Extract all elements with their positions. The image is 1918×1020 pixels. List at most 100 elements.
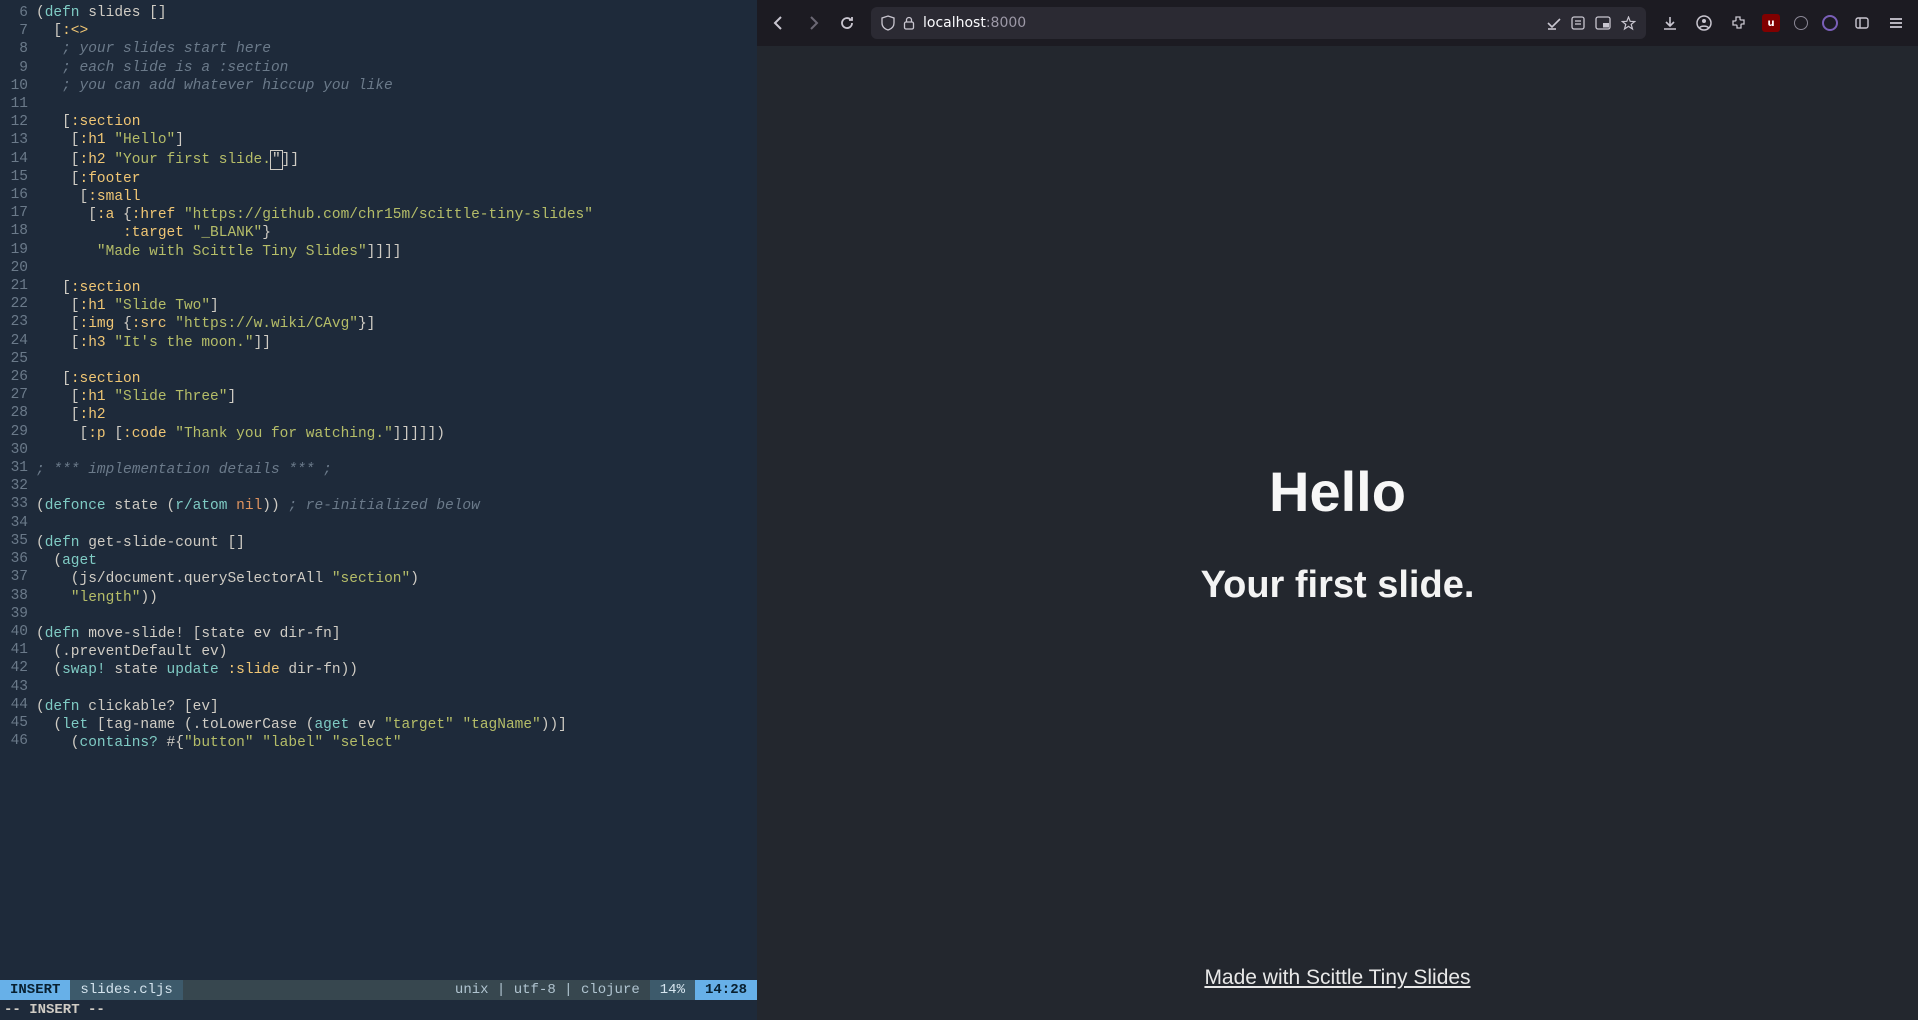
code-line[interactable]: (aget [36,552,757,570]
profile-ring-icon[interactable] [1822,15,1838,31]
code-line[interactable]: (swap! state update :slide dir-fn)) [36,661,757,679]
code-line[interactable]: (.preventDefault ev) [36,643,757,661]
line-number: 9 [0,59,28,77]
line-number: 15 [0,168,28,186]
line-number: 34 [0,514,28,532]
code-line[interactable] [36,479,757,497]
shield-icon[interactable] [881,15,895,31]
code-line[interactable]: [:h2 "Your first slide."]] [36,150,757,170]
line-number: 37 [0,568,28,586]
lock-icon[interactable] [903,16,915,30]
code-line[interactable]: [:h1 "Hello"] [36,131,757,149]
code-line[interactable] [36,95,757,113]
code-line[interactable]: (defn move-slide! [state ev dir-fn] [36,625,757,643]
line-number: 10 [0,77,28,95]
line-number: 26 [0,368,28,386]
account-icon[interactable] [1694,13,1714,33]
line-number: 17 [0,204,28,222]
code-line[interactable]: [:footer [36,170,757,188]
code-line[interactable]: [:p [:code "Thank you for watching."]]]]… [36,425,757,443]
code-line[interactable]: "Made with Scittle Tiny Slides"]]]] [36,243,757,261]
line-number: 27 [0,386,28,404]
code-line[interactable]: (contains? #{"button" "label" "select" [36,734,757,752]
line-number: 38 [0,587,28,605]
line-number-gutter: 6789101112131415161718192021222324252627… [0,4,36,980]
line-number: 35 [0,532,28,550]
code-line[interactable]: [:section [36,113,757,131]
code-area[interactable]: 6789101112131415161718192021222324252627… [0,0,757,980]
line-number: 8 [0,40,28,58]
line-number: 21 [0,277,28,295]
reader-mode-icon[interactable] [1571,16,1585,30]
hamburger-menu-icon[interactable] [1886,13,1906,33]
code-line[interactable]: (defn get-slide-count [] [36,534,757,552]
code-line[interactable]: [:section [36,370,757,388]
pip-icon[interactable] [1595,16,1611,30]
line-number: 39 [0,605,28,623]
line-number: 25 [0,350,28,368]
url-bar[interactable]: localhost:8000 [871,7,1646,39]
code-line[interactable]: ; each slide is a :section [36,59,757,77]
editor-pane: 6789101112131415161718192021222324252627… [0,0,757,1020]
code-line[interactable]: [:<> [36,22,757,40]
sidebar-toggle-icon[interactable] [1852,13,1872,33]
code-line[interactable] [36,680,757,698]
code-line[interactable]: [:section [36,279,757,297]
container-dot-icon[interactable] [1794,16,1808,30]
code-line[interactable]: [:img {:src "https://w.wiki/CAvg"}] [36,315,757,333]
code-line[interactable]: [:h2 [36,406,757,424]
code-line[interactable] [36,516,757,534]
code-line[interactable]: [:a {:href "https://github.com/chr15m/sc… [36,206,757,224]
code-line[interactable]: :target "_BLANK"} [36,224,757,242]
code-line[interactable]: ; *** implementation details *** ; [36,461,757,479]
forward-button[interactable] [803,13,823,33]
line-number: 24 [0,332,28,350]
reload-button[interactable] [837,13,857,33]
reader-icon[interactable] [1547,16,1561,30]
code-line[interactable] [36,352,757,370]
line-number: 40 [0,623,28,641]
code-body[interactable]: (defn slides [] [:<> ; your slides start… [36,4,757,980]
slide-page[interactable]: Hello Your first slide. Made with Scittl… [757,46,1918,1020]
code-line[interactable]: (let [tag-name (.toLowerCase (aget ev "t… [36,716,757,734]
browser-toolbar: localhost:8000 [757,0,1918,46]
vim-cmdline: -- INSERT -- [0,1000,757,1020]
code-line[interactable]: (defonce state (r/atom nil)) ; re-initia… [36,497,757,515]
line-number: 29 [0,423,28,441]
line-number: 28 [0,404,28,422]
encoding-indicator: unix | utf-8 | clojure [445,980,650,1000]
code-line[interactable] [36,261,757,279]
code-line[interactable]: [:h1 "Slide Three"] [36,388,757,406]
line-number: 23 [0,313,28,331]
back-button[interactable] [769,13,789,33]
line-number: 22 [0,295,28,313]
line-number: 32 [0,477,28,495]
code-line[interactable]: [:small [36,188,757,206]
slide-h1: Hello [1269,459,1406,524]
code-line[interactable]: [:h1 "Slide Two"] [36,297,757,315]
extensions-icon[interactable] [1728,13,1748,33]
bookmark-star-icon[interactable] [1621,16,1636,31]
cursor-position-indicator: 14:28 [695,980,757,1000]
code-line[interactable]: "length")) [36,589,757,607]
code-line[interactable]: (defn slides [] [36,4,757,22]
line-number: 13 [0,131,28,149]
line-number: 11 [0,95,28,113]
code-line[interactable]: ; your slides start here [36,40,757,58]
browser-pane: localhost:8000 [757,0,1918,1020]
code-line[interactable]: [:h3 "It's the moon."]] [36,334,757,352]
code-line[interactable]: (defn clickable? [ev] [36,698,757,716]
url-host: localhost [923,15,986,31]
code-line[interactable]: (js/document.querySelectorAll "section") [36,570,757,588]
line-number: 14 [0,150,28,168]
code-line[interactable]: ; you can add whatever hiccup you like [36,77,757,95]
slide-footer-link[interactable]: Made with Scittle Tiny Slides [1204,966,1470,989]
filename-indicator: slides.cljs [70,980,182,1000]
downloads-icon[interactable] [1660,13,1680,33]
ublock-icon[interactable]: u [1762,14,1780,32]
code-line[interactable] [36,443,757,461]
code-line[interactable] [36,607,757,625]
slide-h2: Your first slide. [1201,564,1475,607]
line-number: 42 [0,659,28,677]
slide-footer: Made with Scittle Tiny Slides [757,966,1918,990]
